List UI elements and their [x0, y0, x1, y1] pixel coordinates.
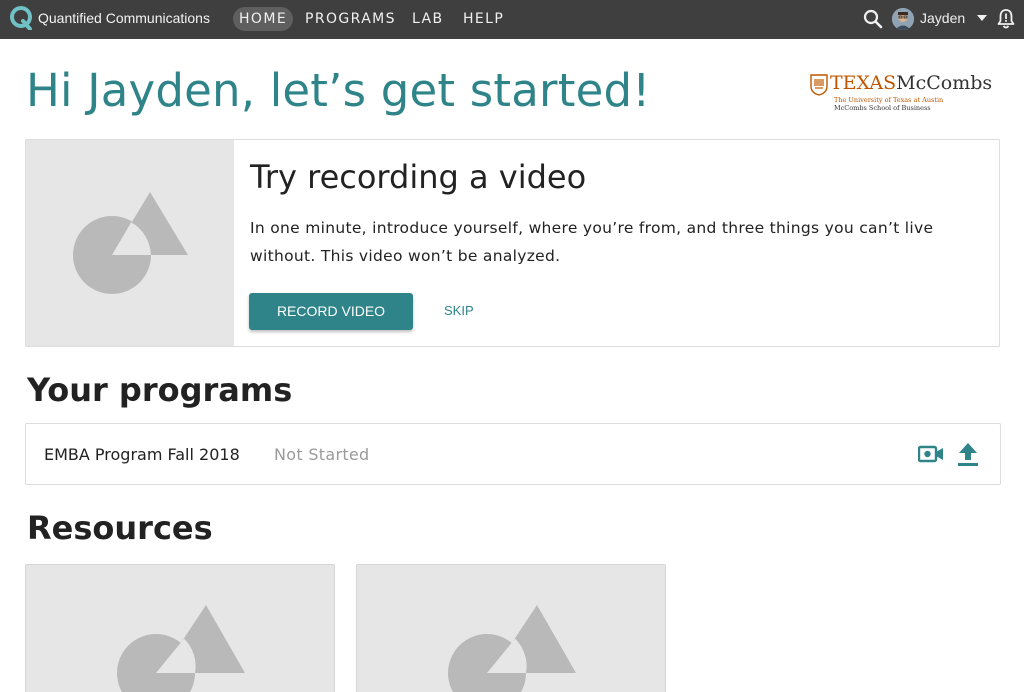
image-placeholder-icon	[73, 192, 188, 294]
card-title: Try recording a video	[250, 158, 587, 196]
tab-programs[interactable]: PROGRAMS	[299, 7, 402, 31]
image-placeholder-icon	[117, 605, 245, 692]
chevron-down-icon[interactable]	[977, 15, 987, 21]
program-row[interactable]: EMBA Program Fall 2018 Not Started	[25, 423, 1001, 485]
page-title: Hi Jayden, let’s get started!	[26, 64, 651, 117]
avatar[interactable]	[892, 8, 914, 30]
logo-mccombs: McCombs	[896, 72, 993, 94]
tab-home[interactable]: HOME	[233, 7, 294, 31]
brand-name[interactable]: Quantified Communications	[38, 10, 210, 26]
ut-seal-icon	[810, 74, 828, 96]
program-status: Not Started	[274, 445, 370, 464]
resources-heading: Resources	[27, 509, 213, 547]
video-camera-icon[interactable]	[918, 442, 944, 466]
logo-wordmark: TEXASMcCombs	[830, 72, 992, 94]
logo-school-line: McCombs School of Business	[834, 104, 931, 112]
user-photo-icon	[892, 8, 914, 30]
bell-alert-icon[interactable]	[996, 8, 1016, 30]
logo-texas: TEXAS	[830, 72, 897, 94]
programs-heading: Your programs	[27, 371, 293, 409]
texas-mccombs-logo: TEXASMcCombs The University of Texas at …	[810, 72, 1005, 114]
card-thumbnail-placeholder	[26, 140, 234, 346]
card-description: In one minute, introduce yourself, where…	[250, 219, 934, 265]
tab-help[interactable]: HELP	[457, 7, 510, 31]
record-video-button[interactable]: RECORD VIDEO	[249, 293, 413, 330]
top-nav: Quantified Communications HOME PROGRAMS …	[0, 0, 1024, 39]
program-name[interactable]: EMBA Program Fall 2018	[44, 445, 240, 464]
upload-icon[interactable]	[957, 441, 979, 467]
tab-lab[interactable]: LAB	[406, 7, 450, 31]
image-placeholder-icon	[448, 605, 576, 692]
brand[interactable]	[10, 6, 32, 30]
logo-university-line: The University of Texas at Austin	[834, 96, 944, 104]
user-menu-name[interactable]: Jayden	[920, 10, 965, 26]
search-icon[interactable]	[863, 9, 883, 29]
record-video-card: Try recording a video In one minute, int…	[25, 139, 1000, 347]
resource-card[interactable]	[356, 564, 666, 692]
resource-card[interactable]	[25, 564, 335, 692]
brand-logo-icon	[10, 6, 32, 30]
skip-button[interactable]: SKIP	[444, 300, 474, 322]
